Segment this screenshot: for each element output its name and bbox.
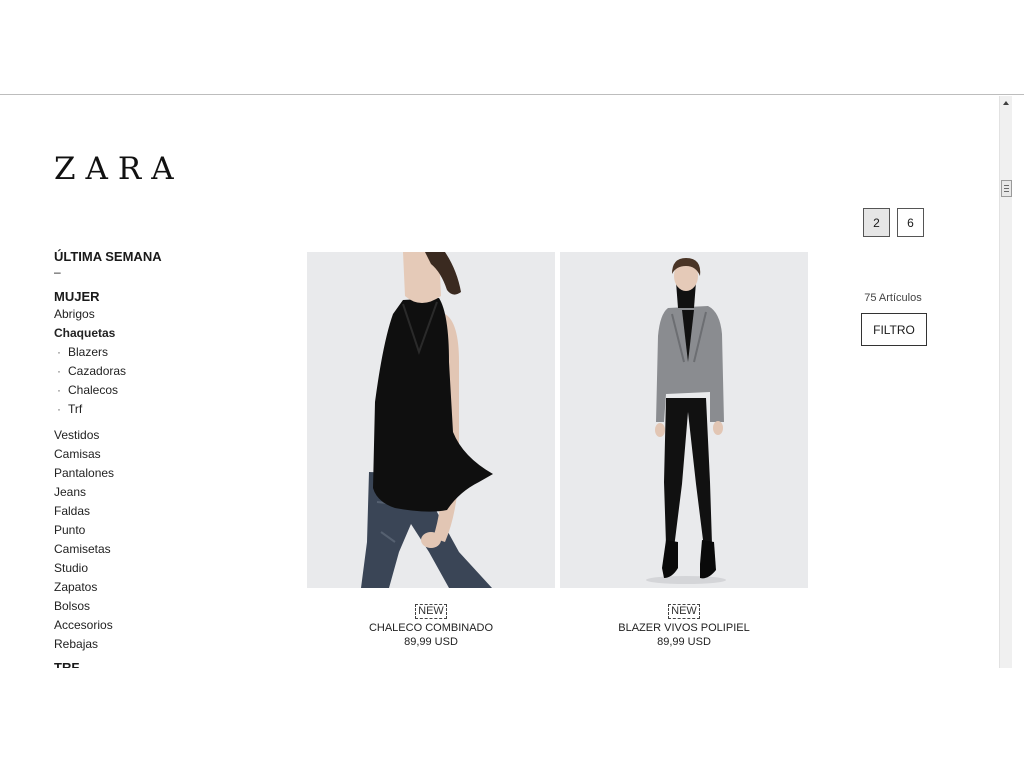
sidebar-item-rebajas[interactable]: Rebajas [54, 635, 162, 654]
sidebar-item-zapatos[interactable]: Zapatos [54, 578, 162, 597]
sidebar-item-vestidos[interactable]: Vestidos [54, 426, 162, 445]
product-price: 89,99 USD [404, 636, 458, 648]
product-card: NEW BLAZER VIVOS POLIPIEL 89,99 USD [560, 252, 808, 648]
model-black-vest-photo-icon [307, 252, 555, 588]
sidebar-heading-trf[interactable]: TRF [54, 660, 162, 668]
product-card: NEW CHALECO COMBINADO 89,99 USD [307, 252, 555, 648]
sidebar-item-faldas[interactable]: Faldas [54, 502, 162, 521]
sidebar-dash: – [54, 265, 61, 279]
sidebar-item-camisas[interactable]: Camisas [54, 445, 162, 464]
sidebar-item-jeans[interactable]: Jeans [54, 483, 162, 502]
view-pager: 2 6 [863, 208, 924, 237]
bottom-blank-area [0, 668, 1024, 768]
sidebar-subitem-chalecos[interactable]: Chalecos [54, 381, 162, 400]
sidebar-subitem-trf[interactable]: Trf [54, 400, 162, 419]
filter-button[interactable]: FILTRO [861, 313, 927, 346]
sidebar-heading-ultima-semana[interactable]: ÚLTIMA SEMANA [54, 249, 162, 265]
pager-button-2[interactable]: 2 [863, 208, 890, 237]
product-image[interactable] [307, 252, 555, 588]
article-count: 75 Artículos [864, 292, 922, 304]
category-sidebar: ÚLTIMA SEMANA – MUJER Abrigos Chaquetas … [54, 249, 162, 668]
sidebar-item-camisetas[interactable]: Camisetas [54, 540, 162, 559]
new-badge: NEW [415, 604, 447, 619]
browser-top-area [0, 0, 1024, 95]
zara-logo[interactable]: ZARA [54, 154, 184, 185]
sidebar-item-accesorios[interactable]: Accesorios [54, 616, 162, 635]
page-viewport: ZARA 2 6 75 Artículos FILTRO ÚLTIMA SEMA… [0, 96, 999, 668]
sidebar-item-studio[interactable]: Studio [54, 559, 162, 578]
product-name[interactable]: BLAZER VIVOS POLIPIEL [560, 622, 808, 634]
sidebar-item-punto[interactable]: Punto [54, 521, 162, 540]
product-price: 89,99 USD [657, 636, 711, 648]
product-image[interactable] [560, 252, 808, 588]
badge-wrapper: NEW [307, 601, 555, 619]
sidebar-item-chaquetas[interactable]: Chaquetas [54, 324, 162, 343]
product-name[interactable]: CHALECO COMBINADO [307, 622, 555, 634]
model-grey-blazer-photo-icon [560, 252, 808, 588]
new-badge: NEW [668, 604, 700, 619]
sidebar-subitem-cazadoras[interactable]: Cazadoras [54, 362, 162, 381]
pager-button-6[interactable]: 6 [897, 208, 924, 237]
sidebar-subitem-blazers[interactable]: Blazers [54, 343, 162, 362]
sidebar-item-abrigos[interactable]: Abrigos [54, 305, 162, 324]
sidebar-item-pantalones[interactable]: Pantalones [54, 464, 162, 483]
scroll-up-arrow-icon[interactable] [1000, 96, 1012, 110]
vertical-scrollbar[interactable] [999, 96, 1012, 668]
sidebar-item-bolsos[interactable]: Bolsos [54, 597, 162, 616]
badge-wrapper: NEW [560, 601, 808, 619]
sidebar-heading-mujer[interactable]: MUJER [54, 289, 162, 305]
scroll-thumb[interactable] [1001, 180, 1012, 197]
